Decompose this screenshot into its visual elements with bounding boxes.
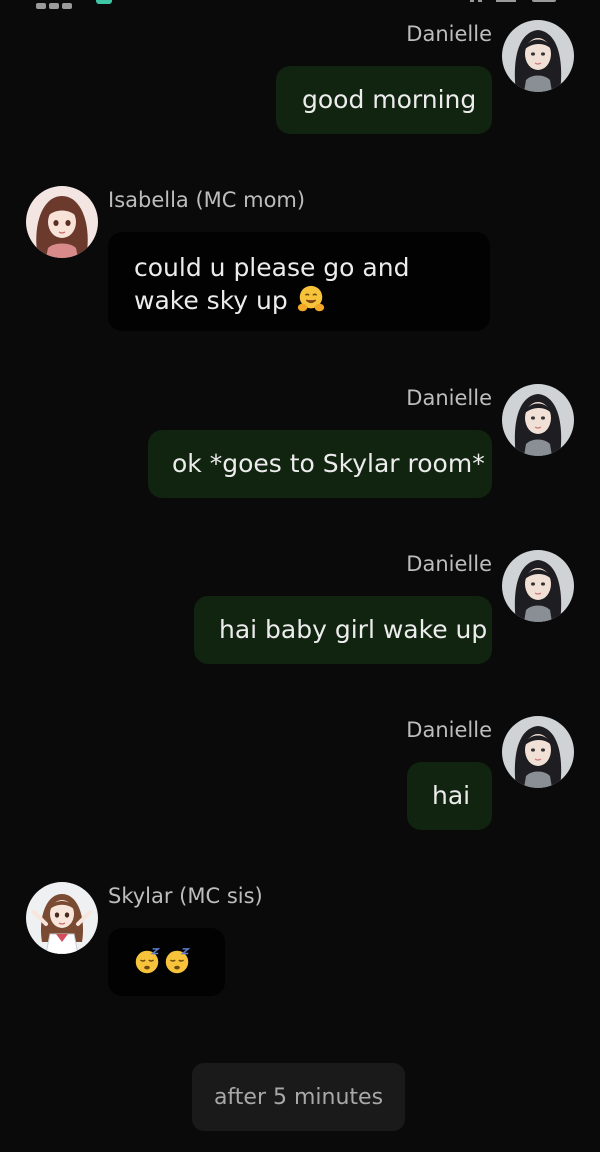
sender-name: Isabella (MC mom) [108, 188, 306, 212]
danielle-avatar[interactable] [502, 716, 574, 788]
message-bubble[interactable]: hai baby girl wake up [194, 596, 492, 664]
sender-name: Danielle [406, 22, 492, 46]
message-bubble[interactable]: good morning [276, 66, 492, 134]
message-bubble[interactable]: ok *goes to Skylar room* [148, 430, 492, 498]
sender-name: Skylar (MC sis) [108, 884, 263, 908]
message-text: could u please go and wake sky up [134, 253, 410, 315]
isabella-avatar[interactable] [26, 186, 98, 258]
status-app-icon [96, 0, 112, 4]
sleeping-face-icon [132, 946, 162, 976]
status-bar [0, 0, 600, 9]
danielle-avatar[interactable] [502, 20, 574, 92]
sender-name: Danielle [406, 386, 492, 410]
message-text: hai baby girl wake up [219, 615, 488, 644]
danielle-avatar[interactable] [502, 384, 574, 456]
sender-name: Danielle [406, 718, 492, 742]
skylar-avatar[interactable] [26, 882, 98, 954]
message-bubble[interactable]: hai [407, 762, 492, 830]
message-text: good morning [302, 85, 477, 114]
sleeping-face-icon [162, 946, 192, 976]
danielle-avatar[interactable] [502, 550, 574, 622]
hugging-face-icon [296, 284, 326, 314]
message-bubble[interactable]: could u please go and wake sky up [108, 232, 490, 331]
message-text: hai [432, 781, 471, 810]
status-time [36, 0, 76, 9]
status-icons [470, 0, 560, 4]
message-text: ok *goes to Skylar room* [172, 449, 485, 478]
time-skip-text: after 5 minutes [213, 1084, 384, 1110]
sender-name: Danielle [406, 552, 492, 576]
message-bubble[interactable] [108, 928, 225, 996]
time-skip-notice: after 5 minutes [192, 1063, 405, 1131]
